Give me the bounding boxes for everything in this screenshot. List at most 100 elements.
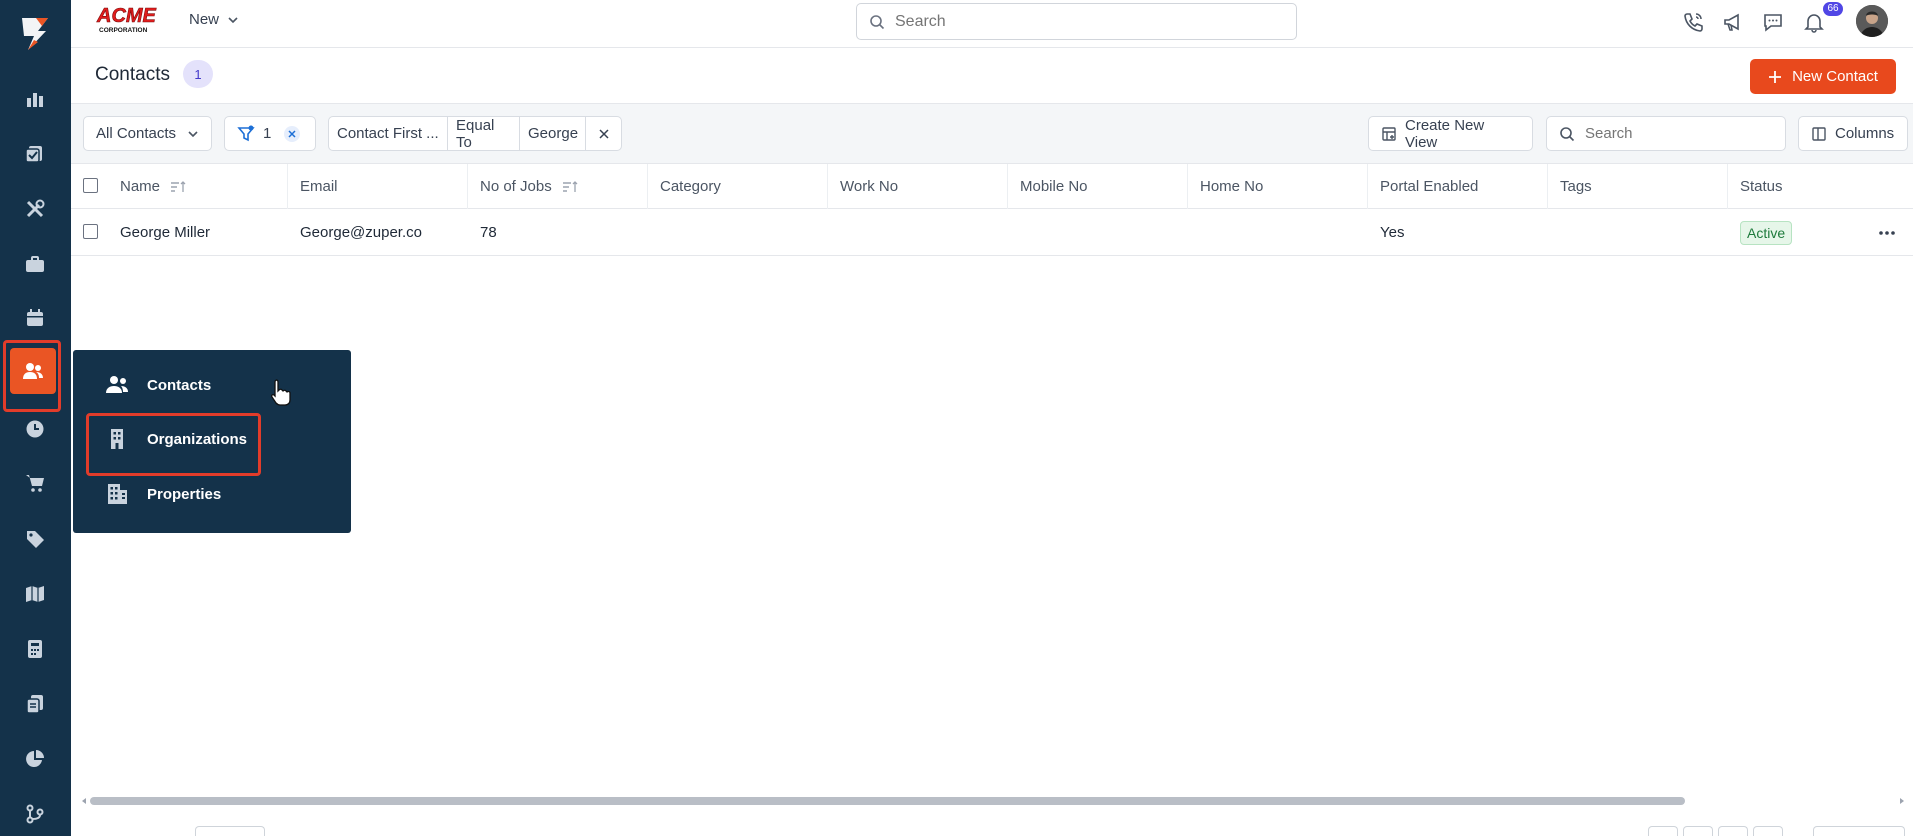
sort-icon[interactable] xyxy=(562,180,578,194)
create-new-view-label: Create New View xyxy=(1405,116,1485,151)
remove-filter-button[interactable] xyxy=(586,117,621,150)
column-header-status[interactable]: Status xyxy=(1728,164,1913,209)
reports-icon[interactable] xyxy=(20,744,50,774)
avatar[interactable] xyxy=(1856,5,1888,37)
tag-icon[interactable] xyxy=(20,524,50,554)
global-search-box[interactable] xyxy=(856,3,1297,40)
column-header-label: Name xyxy=(120,178,161,195)
calendar-icon[interactable] xyxy=(20,303,50,333)
organizations-highlight xyxy=(86,413,261,476)
column-header-label: Tags xyxy=(1560,178,1592,195)
pagination-first-button[interactable] xyxy=(1648,826,1678,836)
column-header-home-no[interactable]: Home No xyxy=(1188,164,1368,209)
column-header-category[interactable]: Category xyxy=(648,164,828,209)
filter-chip: Contact First ... Equal To George xyxy=(328,116,622,151)
filter-chip-operator[interactable]: Equal To xyxy=(448,117,520,151)
flyout-item-contacts[interactable]: Contacts xyxy=(105,374,211,396)
new-menu-label: New xyxy=(189,11,220,28)
table-search-box[interactable] xyxy=(1546,116,1786,151)
filter-count: 1 xyxy=(263,125,272,142)
select-all-checkbox[interactable] xyxy=(83,178,98,193)
phone-icon[interactable] xyxy=(1679,8,1707,36)
chevron-down-icon xyxy=(187,128,199,140)
horizontal-scrollbar[interactable] xyxy=(80,796,1906,806)
search-icon xyxy=(1559,126,1575,142)
column-header-mobile-no[interactable]: Mobile No xyxy=(1008,164,1188,209)
contact-name[interactable]: George Miller xyxy=(108,209,288,256)
page-header: Contacts 1 New Contact xyxy=(71,48,1913,104)
pagination-next-button[interactable] xyxy=(1718,826,1748,836)
new-contact-button[interactable]: New Contact xyxy=(1750,59,1896,94)
jobs-icon[interactable] xyxy=(20,138,50,168)
contact-home-no xyxy=(1188,209,1368,256)
search-icon xyxy=(869,14,885,30)
column-header-label: Work No xyxy=(840,178,899,195)
contact-count-badge: 1 xyxy=(183,60,213,88)
app-logo-icon[interactable] xyxy=(14,12,56,54)
megaphone-icon[interactable] xyxy=(1719,8,1747,36)
pagination-prev-button[interactable] xyxy=(1683,826,1713,836)
contacts-icon[interactable] xyxy=(10,348,56,394)
more-horizontal-icon xyxy=(1878,230,1896,236)
page-size-select[interactable] xyxy=(195,826,265,836)
column-header-label: Mobile No xyxy=(1020,178,1088,195)
contact-work-no xyxy=(828,209,1008,256)
table-search-input[interactable] xyxy=(1585,125,1765,142)
map-icon[interactable] xyxy=(20,579,50,609)
contact-category xyxy=(648,209,828,256)
columns-icon xyxy=(1811,126,1827,142)
columns-label: Columns xyxy=(1835,125,1895,142)
filter-bar: All Contacts 1 Contact First ... Equal T… xyxy=(71,104,1913,164)
filter-toggle[interactable]: 1 xyxy=(224,116,316,151)
column-header-tags[interactable]: Tags xyxy=(1548,164,1728,209)
apartment-icon xyxy=(105,482,129,506)
contact-jobs: 78 xyxy=(480,224,497,241)
contact-portal-enabled: Yes xyxy=(1380,224,1405,241)
table-row[interactable]: George Miller George@zuper.co 78 Yes Act… xyxy=(71,209,1913,256)
documents-icon[interactable] xyxy=(20,689,50,719)
scrollbar-thumb[interactable] xyxy=(90,797,1685,805)
contact-email: George@zuper.co xyxy=(300,224,422,241)
svg-text:CORPORATION: CORPORATION xyxy=(99,27,148,34)
page-title: Contacts xyxy=(95,64,170,85)
pointer-cursor-icon xyxy=(270,378,292,406)
row-actions-button[interactable] xyxy=(1866,209,1906,256)
dashboard-icon[interactable] xyxy=(20,84,50,114)
clear-filter-icon[interactable] xyxy=(283,125,301,143)
scroll-left-icon[interactable] xyxy=(80,797,88,805)
column-header-portal-enabled[interactable]: Portal Enabled xyxy=(1368,164,1548,209)
sort-icon[interactable] xyxy=(170,180,186,194)
cart-icon[interactable] xyxy=(20,468,50,498)
contact-status-cell: Active xyxy=(1728,209,1848,256)
workflow-icon[interactable] xyxy=(20,799,50,829)
filter-chip-value[interactable]: George xyxy=(520,117,586,150)
row-checkbox[interactable] xyxy=(83,224,98,239)
column-header-work-no[interactable]: Work No xyxy=(828,164,1008,209)
briefcase-icon[interactable] xyxy=(20,249,50,279)
table-view-icon xyxy=(1381,126,1397,142)
column-header-name[interactable]: Name xyxy=(108,164,288,209)
pagination-last-button[interactable] xyxy=(1753,826,1783,836)
brand-logo[interactable]: ACME CORPORATION xyxy=(95,2,167,36)
column-header-jobs[interactable]: No of Jobs xyxy=(468,164,648,209)
column-header-email[interactable]: Email xyxy=(288,164,468,209)
filter-chip-field[interactable]: Contact First ... xyxy=(329,117,448,150)
chat-icon[interactable] xyxy=(1759,8,1787,36)
create-new-view-button[interactable]: Create New View xyxy=(1368,116,1533,151)
export-button[interactable] xyxy=(1813,826,1905,836)
global-search-input[interactable] xyxy=(895,12,1275,31)
users-icon xyxy=(105,374,129,396)
tools-icon[interactable] xyxy=(20,194,50,224)
view-selector[interactable]: All Contacts xyxy=(83,116,212,151)
flyout-item-properties[interactable]: Properties xyxy=(105,482,221,506)
contact-mobile-no xyxy=(1008,209,1188,256)
column-header-label: No of Jobs xyxy=(480,178,552,195)
close-icon xyxy=(598,128,610,140)
column-header-label: Home No xyxy=(1200,178,1264,195)
timesheet-icon[interactable] xyxy=(20,414,50,444)
new-menu[interactable]: New xyxy=(189,11,239,28)
scroll-right-icon[interactable] xyxy=(1898,797,1906,805)
columns-button[interactable]: Columns xyxy=(1798,116,1908,151)
contact-tags xyxy=(1548,209,1728,256)
invoice-icon[interactable] xyxy=(20,634,50,664)
